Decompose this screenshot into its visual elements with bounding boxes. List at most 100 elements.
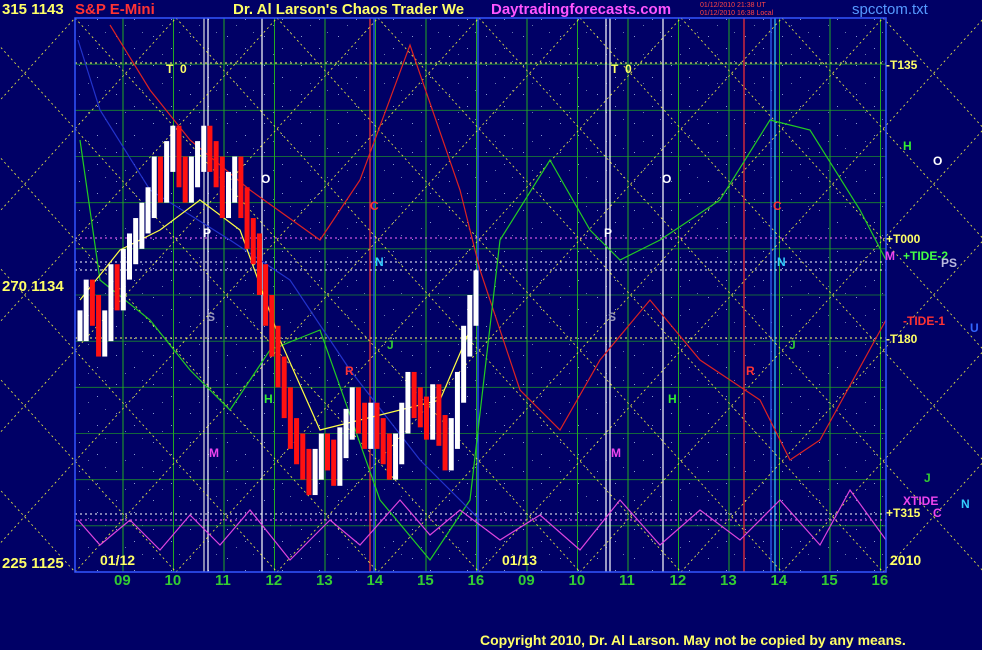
price-bar xyxy=(96,295,102,357)
marker-c-left: C xyxy=(370,199,379,213)
marker-o-right: O xyxy=(662,172,672,186)
price-bar xyxy=(170,125,176,172)
x-tick-label: 14 xyxy=(770,572,788,589)
marker-j-right: J xyxy=(789,338,796,352)
price-bar xyxy=(417,387,423,428)
x-tick-label: 14 xyxy=(366,572,384,589)
x-tick-label: 16 xyxy=(467,572,485,589)
price-bar xyxy=(145,187,151,234)
marker-p-right: P xyxy=(604,226,613,240)
label-t180: -T180 xyxy=(886,332,918,346)
price-bar xyxy=(368,402,374,449)
y-label-bottom: 225 1125 xyxy=(2,555,64,572)
price-bar xyxy=(77,310,83,342)
label-n: N xyxy=(961,497,970,511)
symbol-title: S&P E-Mini xyxy=(75,1,155,18)
price-bar xyxy=(207,125,213,172)
price-bar xyxy=(157,156,163,203)
site-link[interactable]: Daytradingforecasts.com xyxy=(491,1,671,18)
x-tick-label: 13 xyxy=(720,572,737,589)
label-t315: +T315 xyxy=(886,506,921,520)
price-bar xyxy=(424,396,429,440)
price-bar xyxy=(349,387,355,440)
label-ps: PS xyxy=(941,256,958,270)
copyright: Copyright 2010, Dr. Al Larson. May not b… xyxy=(480,632,906,648)
label-t135: -T135 xyxy=(886,58,918,72)
price-bar xyxy=(300,433,306,480)
price-bar xyxy=(195,141,201,188)
price-bar xyxy=(133,218,139,265)
price-bar xyxy=(461,325,467,403)
price-bar xyxy=(287,387,293,449)
year-label: 2010 xyxy=(890,552,922,568)
marker-p-left: P xyxy=(203,226,212,240)
price-bar xyxy=(182,156,188,203)
price-bar xyxy=(219,156,225,219)
file-name: spcctom.txt xyxy=(852,1,928,18)
header-left-label: 315 1143 xyxy=(2,1,64,18)
price-bar xyxy=(430,384,436,440)
price-bar xyxy=(325,433,330,471)
marker-r-left: R xyxy=(345,364,354,378)
price-bar xyxy=(263,264,269,326)
price-bar xyxy=(226,171,231,219)
timestamp-ut: 01/12/2010 21:38 UT xyxy=(700,2,766,9)
x-tick-label: 10 xyxy=(164,572,182,589)
price-bar xyxy=(188,156,194,203)
marker-j-left: J xyxy=(387,338,394,352)
price-bar xyxy=(213,141,219,188)
price-bar xyxy=(386,433,392,480)
marker-m-right: M xyxy=(611,446,621,460)
x-tick-label: 12 xyxy=(669,572,687,589)
x-tick-label: 10 xyxy=(568,572,586,589)
price-bar xyxy=(454,371,460,449)
x-tick-label: 15 xyxy=(417,572,434,589)
label-u: U xyxy=(970,321,979,335)
price-bar xyxy=(164,141,170,203)
price-bar xyxy=(151,156,157,219)
marker-t0-left: T 0 xyxy=(166,62,187,76)
price-bar xyxy=(269,295,275,357)
price-bar xyxy=(281,356,287,419)
fan-line xyxy=(0,489,76,573)
marker-n-left: N xyxy=(375,255,384,269)
price-bar xyxy=(380,418,386,465)
price-bar xyxy=(312,448,318,496)
marker-t0-right: T 0 xyxy=(611,62,632,76)
label-m: M xyxy=(885,249,895,263)
marker-n-right: N xyxy=(777,255,786,269)
price-bar xyxy=(139,202,145,249)
price-bar xyxy=(337,427,343,486)
price-bar xyxy=(114,264,120,311)
price-bar xyxy=(108,264,114,342)
date-label-middle: 01/13 xyxy=(502,552,538,568)
price-bar xyxy=(89,279,95,326)
price-bar xyxy=(201,125,207,172)
price-bar xyxy=(374,402,380,449)
price-bar xyxy=(120,248,126,311)
x-tick-label: 11 xyxy=(215,572,231,589)
price-bar xyxy=(393,433,399,480)
price-bar xyxy=(331,439,337,486)
price-bar xyxy=(343,408,349,459)
label-h: H xyxy=(903,139,912,153)
marker-m-left: M xyxy=(209,446,219,460)
x-tick-label: 11 xyxy=(619,572,635,589)
y-label-mid: 270 1134 xyxy=(2,278,64,295)
price-bar xyxy=(405,371,411,434)
fan-line xyxy=(882,462,982,573)
price-bar xyxy=(256,233,262,295)
price-bar xyxy=(306,448,312,496)
label-c: C xyxy=(933,506,942,520)
date-label-left: 01/12 xyxy=(100,552,136,568)
price-bar xyxy=(238,156,244,219)
marker-s-left: S xyxy=(207,310,216,324)
price-bar xyxy=(275,325,281,388)
x-tick-label: 16 xyxy=(871,572,889,589)
price-bar xyxy=(448,418,454,471)
marker-c-right: C xyxy=(773,199,782,213)
price-bar xyxy=(355,387,361,434)
price-bar xyxy=(411,371,417,419)
price-bar xyxy=(362,402,368,449)
price-bar xyxy=(232,156,238,203)
